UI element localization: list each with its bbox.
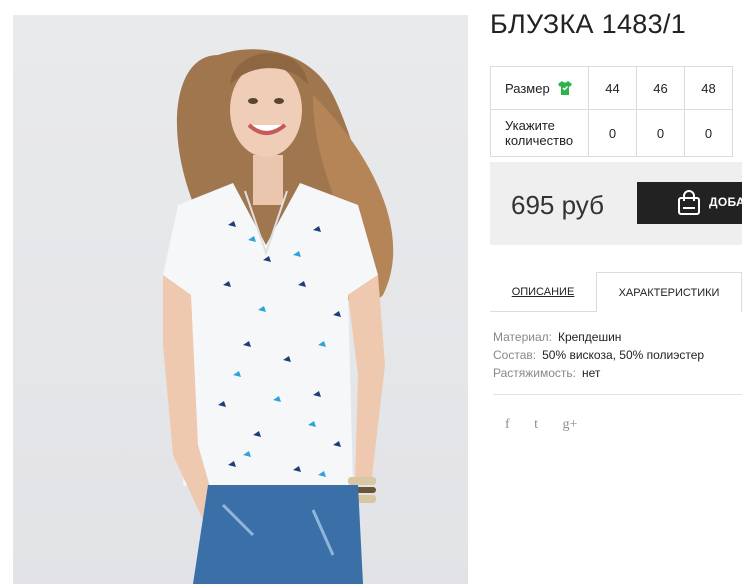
spec-key: Состав: (493, 348, 537, 362)
spec-row: Растяжимость: нет (493, 364, 704, 382)
add-to-cart-button[interactable]: ДОБАВИТЬ (637, 182, 742, 224)
shopping-bag-icon (678, 190, 700, 215)
spec-value: Крепдешин (557, 330, 622, 344)
spec-row: Состав: 50% вискоза, 50% полиэстер (493, 346, 704, 364)
add-to-cart-label: ДОБАВИТЬ (709, 195, 742, 209)
facebook-icon[interactable]: f (505, 417, 510, 433)
size-48: 48 (684, 66, 733, 110)
quantity-input-46[interactable]: 0 (636, 109, 685, 157)
model-illustration (163, 49, 394, 584)
price-panel: 695 руб ДОБАВИТЬ (490, 162, 742, 245)
size-44: 44 (588, 66, 637, 110)
product-tabs: ОПИСАНИЕ ХАРАКТЕРИСТИКИ (490, 272, 742, 312)
product-photo[interactable] (13, 15, 468, 584)
size-quantity-table: Размер 44 46 48 Укажите количество 0 0 0 (490, 66, 733, 157)
size-46: 46 (636, 66, 685, 110)
quantity-row: Укажите количество 0 0 0 (490, 109, 733, 157)
spec-value: 50% вискоза, 50% полиэстер (542, 348, 705, 362)
size-header-cell: Размер (490, 66, 589, 110)
size-label: Размер (505, 80, 550, 96)
size-row: Размер 44 46 48 (490, 66, 733, 110)
spec-key: Растяжимость: (493, 366, 577, 380)
twitter-icon[interactable]: t (534, 417, 538, 433)
price: 695 руб (511, 190, 604, 220)
tab-characteristics[interactable]: ХАРАКТЕРИСТИКИ (596, 272, 742, 312)
product-title: БЛУЗКА 1483/1 (490, 9, 687, 39)
section-divider (493, 394, 742, 395)
spec-key: Материал: (493, 330, 552, 344)
specs-list: Материал: Крепдешин Состав: 50% вискоза, 5… (493, 328, 704, 382)
social-share: f t g+ (505, 415, 597, 433)
tab-description[interactable]: ОПИСАНИЕ (490, 272, 596, 312)
spec-value: нет (582, 366, 601, 380)
quantity-input-48[interactable]: 0 (684, 109, 733, 157)
spec-row: Материал: Крепдешин (493, 328, 704, 346)
quantity-input-44[interactable]: 0 (588, 109, 637, 157)
tshirt-icon[interactable] (557, 80, 573, 96)
googleplus-icon[interactable]: g+ (562, 417, 577, 433)
quantity-label: Укажите количество (490, 109, 589, 157)
